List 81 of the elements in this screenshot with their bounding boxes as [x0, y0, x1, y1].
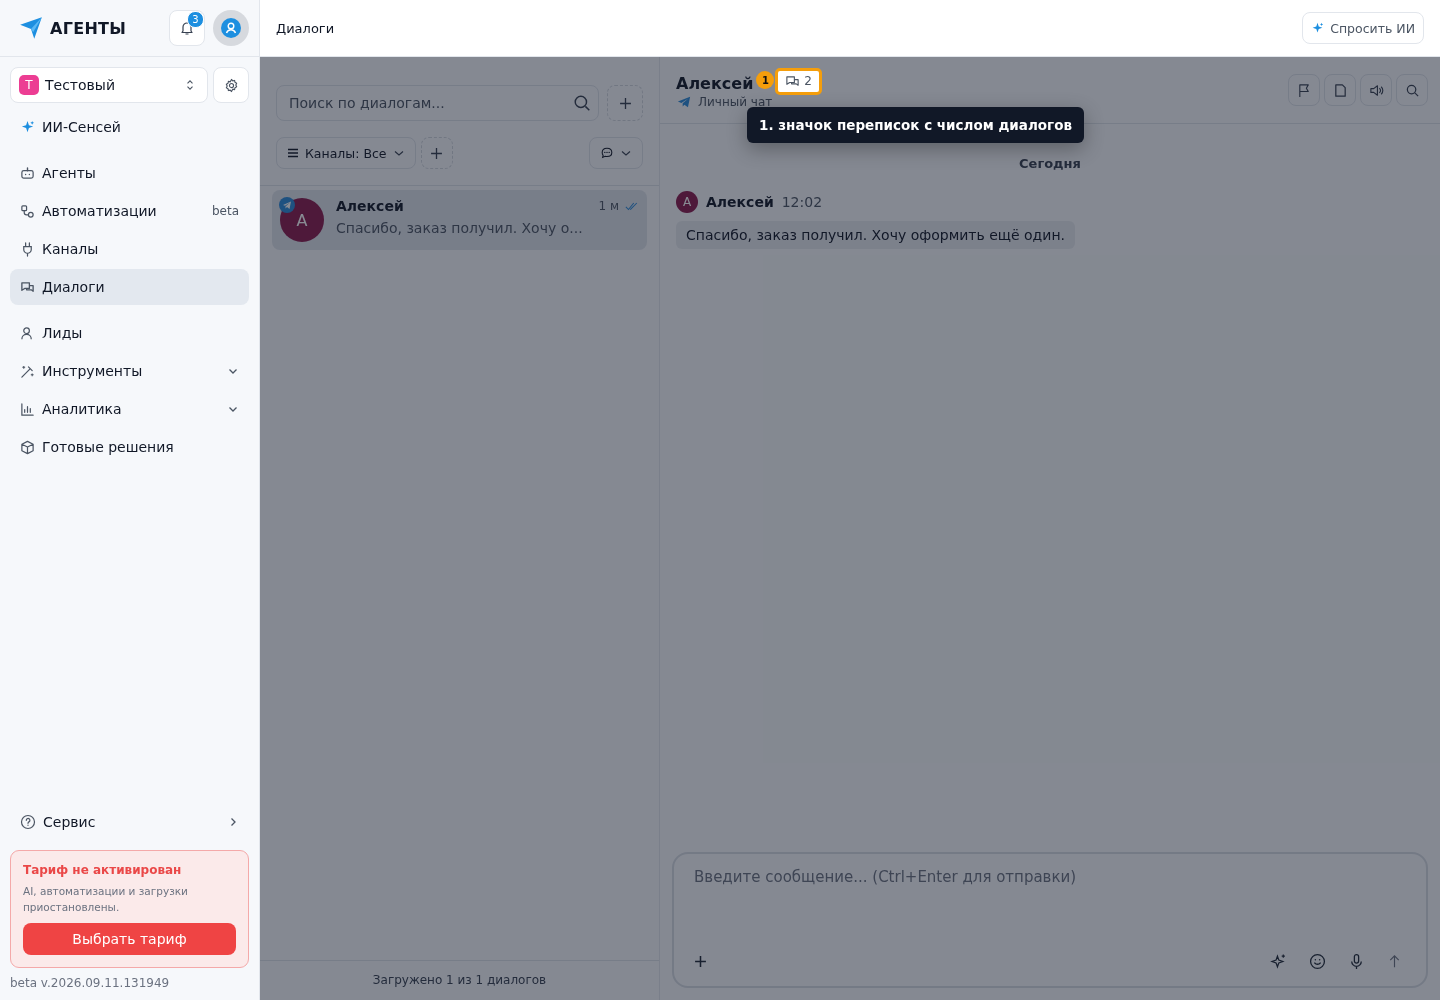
page-title: Диалоги	[276, 20, 336, 36]
workspace-initial: Т	[19, 75, 39, 95]
channel-filter-dropdown[interactable]: Каналы: Все	[276, 137, 416, 169]
sparkles-icon[interactable]	[1270, 953, 1287, 970]
magic-wand-icon	[20, 363, 35, 379]
search-icon	[573, 94, 591, 112]
profile-button[interactable]	[213, 10, 249, 46]
chat-toolbar-button[interactable]	[1396, 74, 1428, 106]
emoji-icon[interactable]	[1309, 953, 1326, 970]
up-down-chevron-icon	[185, 78, 195, 92]
microphone-icon[interactable]	[1348, 953, 1365, 970]
note-icon	[1332, 82, 1348, 98]
message-input[interactable]: Введите сообщение... (Ctrl+Enter для отправки)	[692, 866, 1408, 953]
sidebar-item[interactable]: Автоматизации beta	[10, 193, 249, 229]
message-bubble: Спасибо, заказ получил. Хочу оформить ещё один.	[676, 221, 1075, 249]
brand-name: АГЕНТЫ	[50, 18, 128, 38]
bar-chart-icon	[20, 401, 35, 417]
sidebar-item[interactable]: Лиды	[10, 315, 249, 351]
message-time: 1 м	[598, 199, 619, 213]
ask-ai-button[interactable]: Спросить ИИ	[1302, 12, 1424, 44]
message-composer[interactable]: Введите сообщение... (Ctrl+Enter для отправки)	[672, 852, 1428, 988]
sidebar-item[interactable]: Каналы	[10, 231, 249, 267]
service-menu-item[interactable]: Сервис	[10, 804, 249, 840]
workspace-selector[interactable]: Т Тестовый	[10, 67, 208, 103]
cube-icon	[20, 439, 35, 455]
sidebar-item[interactable]: Диалоги	[10, 269, 249, 305]
tour-step-marker: 1	[756, 71, 775, 89]
plus-icon	[618, 96, 632, 110]
sidebar-item[interactable]: ИИ-Сенсей	[10, 109, 249, 145]
plus-icon	[430, 146, 444, 160]
avatar: А	[676, 191, 698, 213]
search-icon	[1404, 82, 1420, 98]
menu-icon	[287, 147, 299, 159]
chat-toolbar-button[interactable]	[1360, 74, 1392, 106]
bell-icon	[179, 20, 195, 36]
logo-icon	[18, 15, 44, 41]
chat-bubbles-icon	[785, 73, 801, 89]
contact-name: Алексей	[336, 198, 405, 214]
chat-bubbles-icon	[20, 279, 35, 295]
dialog-item[interactable]: А Алексей 1 м Спасибо, заказ получил. Хочу о...	[272, 190, 647, 250]
plan-notice-title: Тариф не активирован	[23, 863, 183, 877]
user-avatar-icon	[221, 18, 241, 38]
send-arrow-icon[interactable]	[1387, 954, 1402, 969]
sparkle-icon	[1311, 21, 1325, 35]
user-icon	[20, 325, 35, 341]
version-label: beta v.2026.09.11.131949	[9, 975, 171, 992]
message-type-dropdown[interactable]	[589, 137, 643, 169]
chat-type-label: Личный чат	[698, 94, 773, 109]
beta-label: beta	[211, 204, 239, 218]
loaded-count: Загружено 1 из 1 диалогов	[260, 960, 659, 1000]
chat-contact-name: Алексей	[676, 73, 754, 93]
avatar: А	[280, 198, 324, 242]
tour-tooltip: 1. значок переписок с числом диалогов	[747, 107, 1084, 143]
sparkle-icon	[20, 119, 35, 135]
choose-plan-button[interactable]: Выбрать тариф	[23, 923, 236, 955]
sidebar-item[interactable]: Агенты	[10, 155, 249, 191]
notification-count: 3	[187, 11, 204, 28]
sidebar-item[interactable]: Готовые решения	[10, 429, 249, 465]
sidebar-item[interactable]: Инструменты	[10, 353, 249, 389]
robot-icon	[20, 165, 35, 181]
plug-icon	[20, 241, 35, 257]
message-author: Алексей	[706, 194, 774, 210]
search-field[interactable]: Поиск по диалогам...	[276, 85, 599, 121]
speaker-icon	[1368, 82, 1384, 98]
plan-notice-text: AI, автоматизации и загрузки приостановлены.	[23, 884, 189, 915]
conversations-count-badge[interactable]: 2	[775, 67, 822, 95]
nodes-icon	[20, 203, 35, 219]
paper-plane-icon	[676, 94, 692, 109]
flag-icon	[1296, 82, 1312, 98]
date-separator: Сегодня	[1018, 156, 1082, 171]
paper-plane-icon	[279, 197, 295, 213]
settings-button[interactable]	[213, 67, 249, 103]
message-time: 12:02	[781, 194, 823, 210]
chat-toolbar-button[interactable]	[1324, 74, 1356, 106]
chat-toolbar-button[interactable]	[1288, 74, 1320, 106]
plus-icon[interactable]	[694, 955, 707, 968]
chat-bubble-icon	[600, 146, 614, 160]
sidebar-item[interactable]: Аналитика	[10, 391, 249, 427]
message-preview: Спасибо, заказ получил. Хочу о...	[336, 220, 584, 236]
settings-icon	[223, 77, 239, 93]
help-icon	[20, 814, 36, 830]
